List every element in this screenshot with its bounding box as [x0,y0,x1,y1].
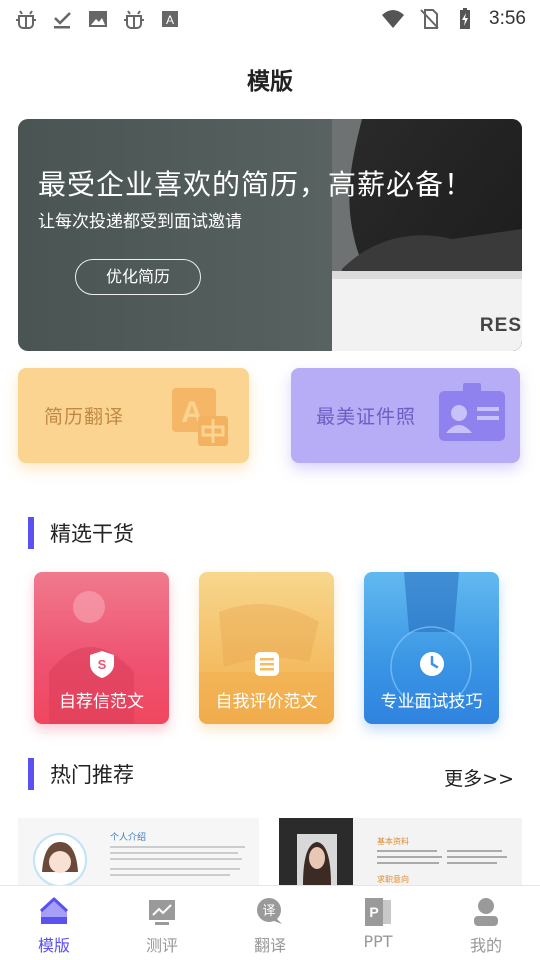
no-sim-icon [420,9,439,29]
preview-heading: 基本资料 [377,837,409,846]
svg-text:译: 译 [262,904,275,919]
resume-translate-card[interactable]: 简历翻译 A [18,368,249,463]
battery-charging-icon [460,8,471,29]
status-time: 3:56 [489,8,526,29]
nav-item-ppt[interactable]: P PPT [324,886,432,960]
optimize-resume-button[interactable]: 优化简历 [75,259,201,295]
download-done-icon [54,12,71,29]
page-title: 模版 [247,69,293,95]
font-icon: A [162,11,178,27]
banner-subtitle: 让每次投递都受到面试邀请 [38,212,242,232]
bug-icon [16,10,36,29]
cover-letter-label: 自荐信范文 [59,692,144,712]
hot-section-title: 热门推荐 [50,763,134,787]
image-icon [89,11,107,27]
section-accent-bar [28,517,34,549]
resume-preview-card[interactable]: 个人介绍 [18,818,259,885]
wifi-icon [382,10,405,28]
nav-label-ppt: PPT [363,932,393,951]
id-photo-label: 最美证件照 [316,406,417,428]
translate-icon: A [172,388,228,446]
nav-item-translate[interactable]: 译 翻译 [216,886,324,960]
bottom-nav: 模版 测评 译 翻译 P PPT 我的 [0,885,540,960]
svg-text:A: A [166,13,174,27]
nav-item-templates[interactable]: 模版 [0,886,108,960]
banner-paper-text: RES [479,315,522,336]
nav-label-translate: 翻译 [253,936,286,955]
translate-bubble-icon: 译 [257,898,282,924]
cover-letter-tile[interactable]: S 自荐信范文 [34,572,169,724]
clock-icon [420,652,444,676]
svg-text:S: S [98,657,107,672]
status-right: 3:56 [381,7,526,31]
id-photo-card[interactable]: 最美证件照 [291,368,520,463]
selected-section-title: 精选干货 [50,522,134,546]
promo-banner[interactable]: 最受企业喜欢的简历，高薪必备！ 让每次投递都受到面试邀请 优化简历 RES [18,119,522,351]
resume-translate-label: 简历翻译 [44,406,125,428]
self-evaluation-tile[interactable]: 自我评价范文 [199,572,334,724]
preview-heading: 个人介绍 [110,833,147,843]
user-icon [474,898,498,926]
interview-tips-label: 专业面试技巧 [380,692,483,712]
id-card-icon [439,383,505,441]
home-icon [39,897,69,924]
nav-item-assessment[interactable]: 测评 [108,886,216,960]
chart-icon [149,900,175,925]
nav-item-mine[interactable]: 我的 [432,886,540,960]
nav-label-mine: 我的 [469,936,502,955]
ppt-icon: P [365,898,391,926]
more-link[interactable]: 更多>> [444,764,514,791]
self-evaluation-label: 自我评价范文 [215,692,318,712]
hot-section-header: 热门推荐 [28,758,134,790]
avatar-illustration [33,833,87,885]
svg-text:P: P [369,904,378,920]
document-icon [255,652,279,676]
resume-preview-card[interactable]: 基本资料 求职意向 [279,818,522,885]
interview-tips-tile[interactable]: 专业面试技巧 [364,572,499,724]
status-left: A [14,7,182,31]
shield-icon: S [90,651,114,678]
preview-text-lines [377,850,507,864]
nav-label-templates: 模版 [37,936,70,955]
banner-headline: 最受企业喜欢的简历，高薪必备！ [38,168,474,201]
preview-photo [297,834,337,885]
section-accent-bar [28,758,34,790]
preview-subheading: 求职意向 [377,875,409,884]
bug-icon [124,10,144,29]
selected-section-header: 精选干货 [28,517,134,549]
preview-text-lines [110,846,245,876]
nav-label-assessment: 测评 [145,936,178,955]
status-bar: A 3:56 [0,0,540,38]
